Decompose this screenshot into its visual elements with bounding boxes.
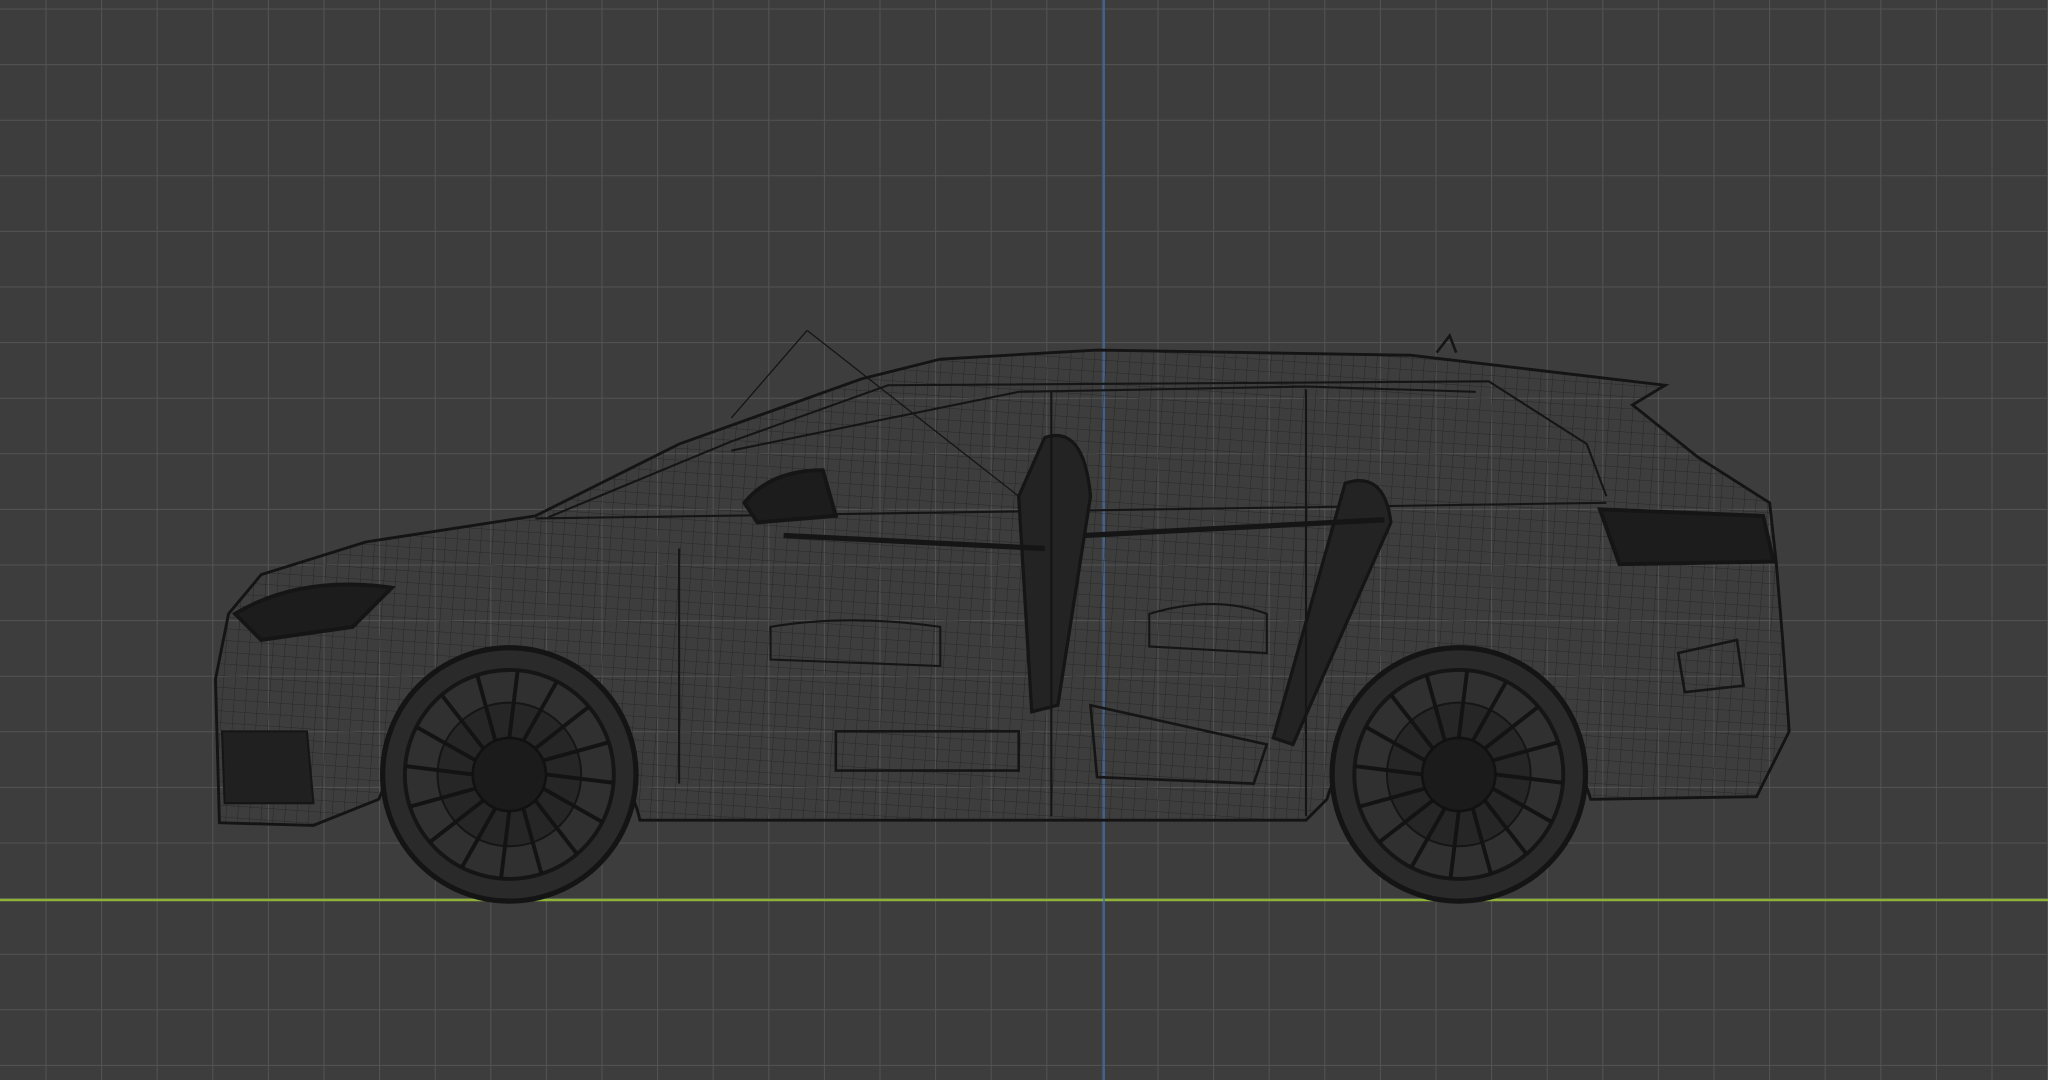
viewport-canvas[interactable]	[0, 0, 2048, 1080]
antenna	[1435, 333, 1458, 354]
rear-wheel[interactable]	[1329, 645, 1589, 904]
front-wheel[interactable]	[380, 645, 639, 904]
taillight	[1597, 507, 1776, 567]
front-grille	[220, 730, 315, 805]
3d-viewport[interactable]	[0, 0, 2048, 1080]
hub	[471, 736, 548, 813]
hub	[1420, 736, 1497, 813]
car-wireframe-model[interactable]	[214, 329, 1791, 904]
